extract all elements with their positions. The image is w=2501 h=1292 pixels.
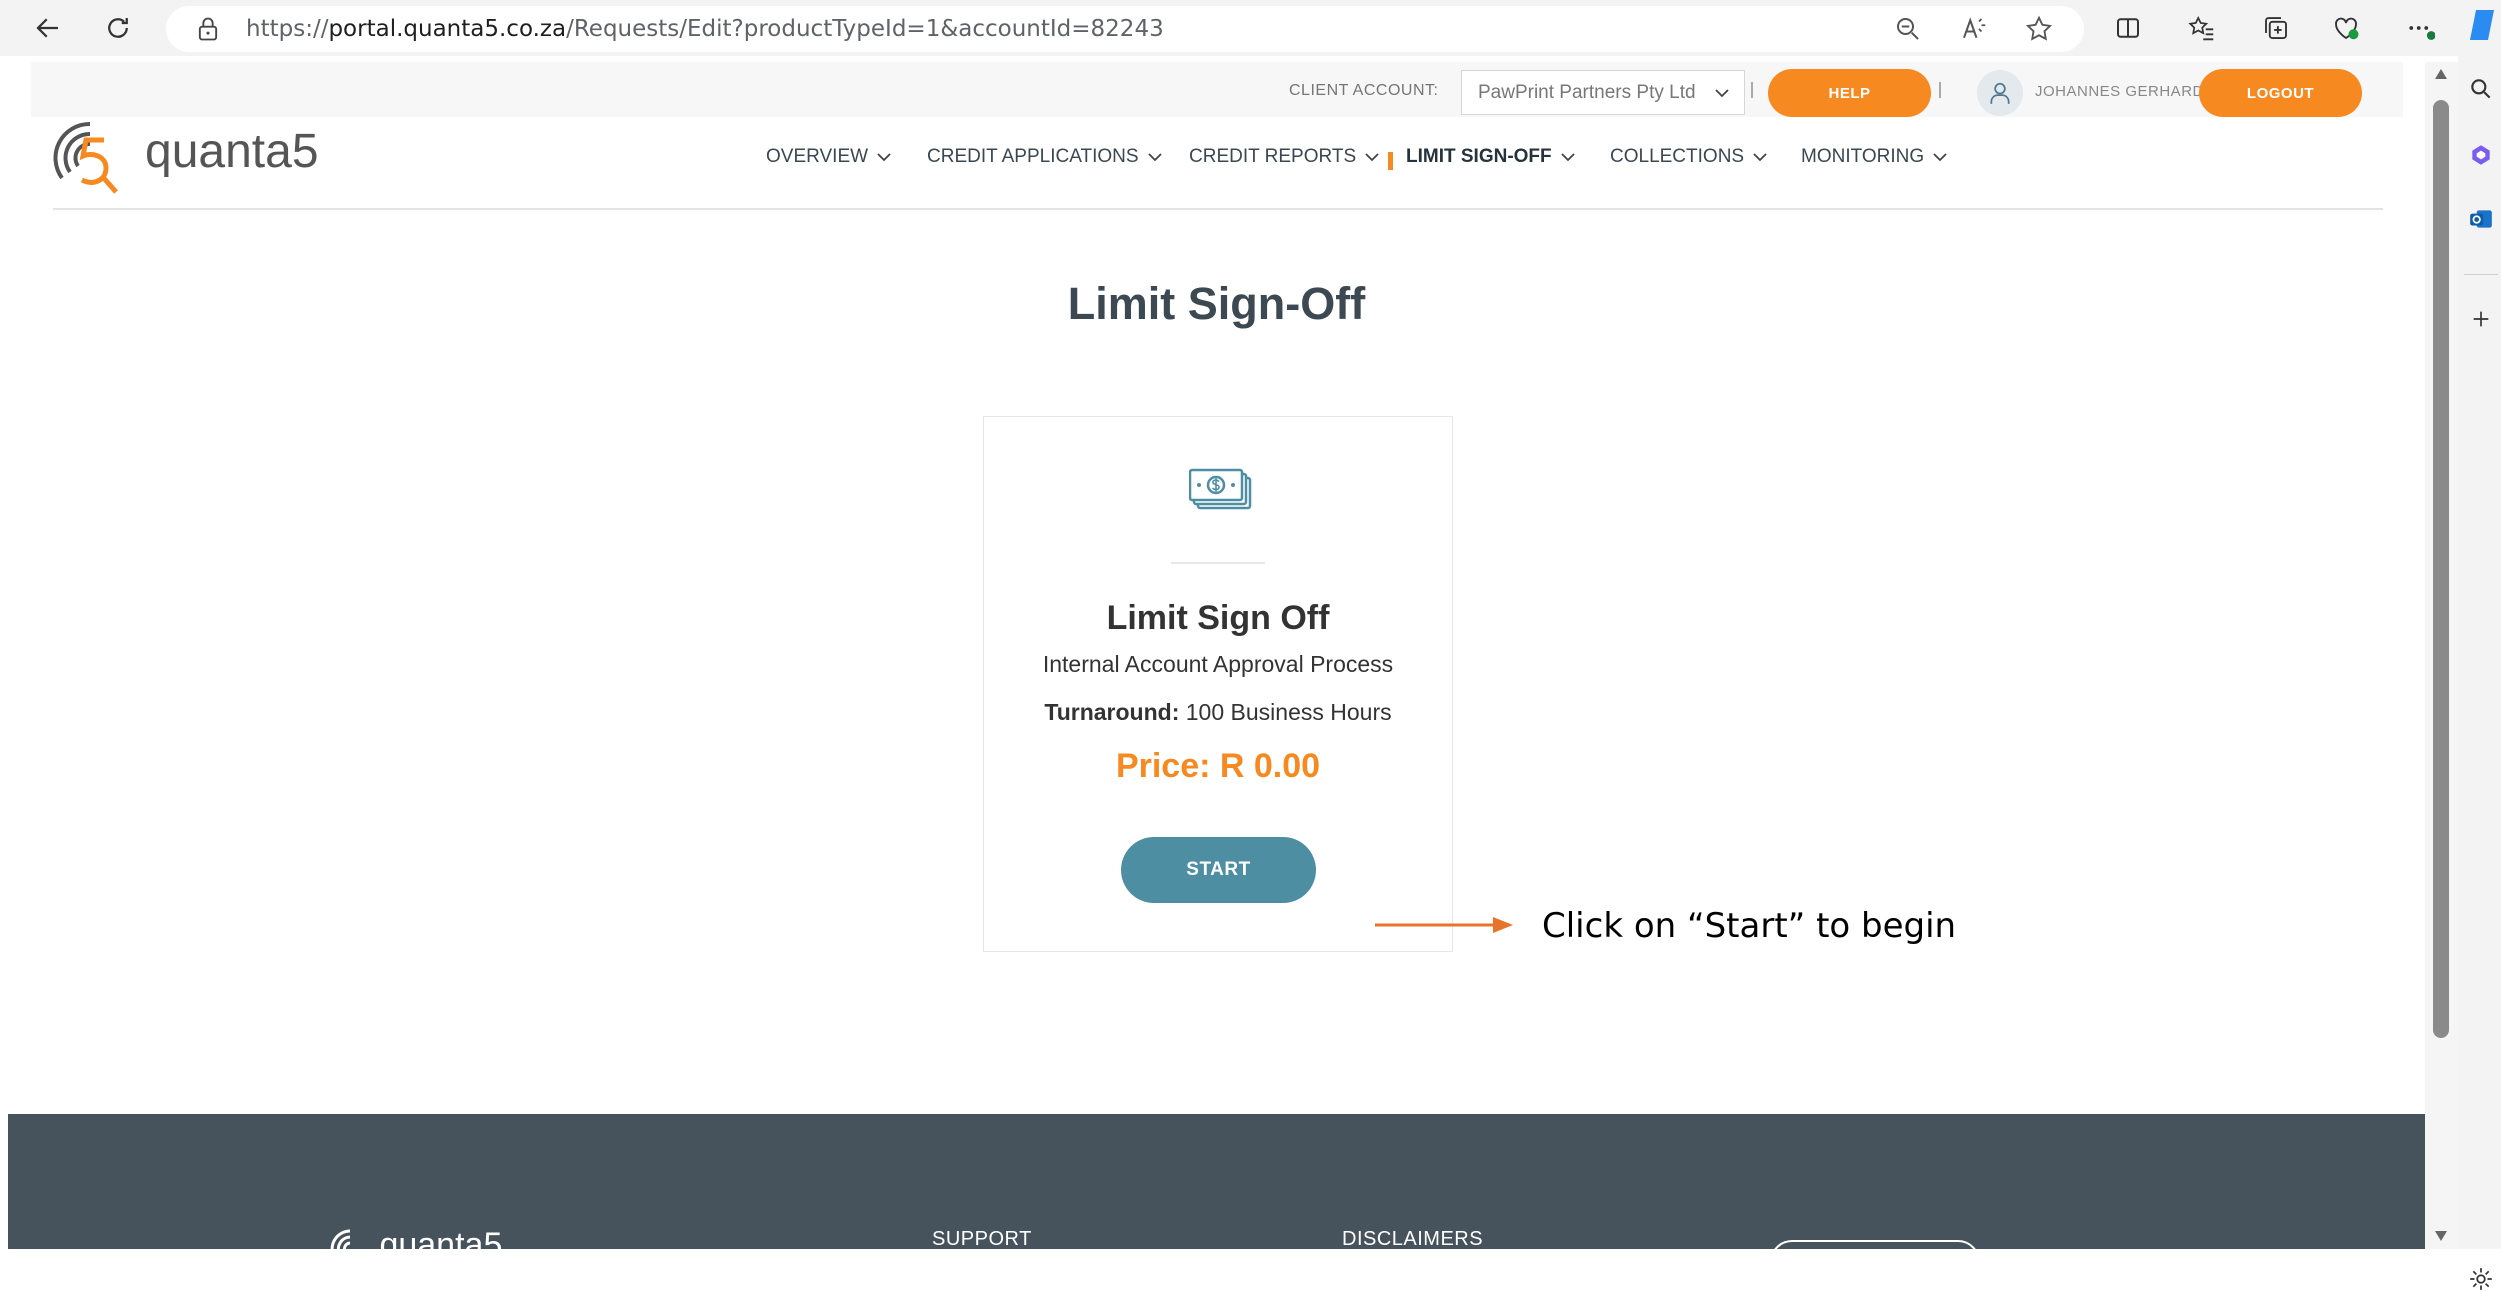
split-screen-button[interactable] [2104, 6, 2152, 50]
address-bar[interactable]: https://portal.quanta5.co.za/Requests/Ed… [166, 6, 2084, 52]
footer-logo[interactable]: quanta5 [330, 1226, 502, 1249]
account-topbar: CLIENT ACCOUNT: PawPrint Partners Pty Lt… [31, 62, 2403, 117]
user-name: JOHANNES GERHARDUS [2035, 83, 2226, 100]
nav-item-credit-applications[interactable]: CREDIT APPLICATIONS [927, 146, 1163, 168]
help-button[interactable]: HELP [1768, 69, 1931, 117]
turnaround-value: 100 Business Hours [1185, 699, 1392, 725]
nav-item-label: LIMIT SIGN-OFF [1406, 146, 1552, 167]
refresh-button[interactable] [94, 6, 142, 50]
back-arrow-icon [36, 18, 58, 38]
product-card: Limit Sign Off Internal Account Approval… [983, 416, 1453, 952]
annotation-arrow-icon [1375, 917, 1513, 933]
footer-disclaimers-heading[interactable]: DISCLAIMERS [1342, 1228, 1483, 1249]
refresh-icon [108, 18, 128, 38]
nav-item-overview[interactable]: OVERVIEW [766, 146, 892, 168]
nav-item-label: CREDIT APPLICATIONS [927, 146, 1139, 167]
nav-item-monitoring[interactable]: MONITORING [1801, 146, 1948, 168]
annotation-text: Click on “Start” to begin [1542, 906, 1957, 946]
chevron-down-icon [1933, 153, 1947, 162]
page-scrollbar[interactable] [2425, 62, 2458, 1249]
copilot-icon[interactable] [2468, 142, 2494, 168]
card-price: Price: R 0.00 [1115, 747, 1321, 785]
url-path: /Requests/Edit?productTypeId=1&accountId… [566, 16, 1164, 42]
url-prefix: https:// [246, 16, 329, 42]
main-nav: OVERVIEW CREDIT APPLICATIONS CREDIT REPO… [8, 146, 2425, 186]
card-title: Limit Sign Off [1106, 599, 1330, 637]
card-subtitle: Internal Account Approval Process [1042, 651, 1394, 677]
nav-item-label: OVERVIEW [766, 146, 869, 167]
read-aloud-icon[interactable] [1959, 14, 1989, 44]
chevron-down-icon [1753, 153, 1767, 162]
footer-support-heading[interactable]: SUPPORT [932, 1228, 1032, 1249]
more-dots-icon [2409, 26, 2435, 40]
url-text: https://portal.quanta5.co.za/Requests/Ed… [246, 6, 1164, 52]
lock-icon [198, 17, 218, 41]
back-button[interactable] [24, 6, 72, 50]
collections-icon [2265, 17, 2287, 39]
card-divider [1171, 562, 1265, 564]
split-screen-icon [2117, 18, 2139, 38]
footer-logo-text: quanta5 [379, 1226, 503, 1249]
search-icon[interactable] [2468, 76, 2494, 102]
scroll-up-icon[interactable] [2434, 68, 2448, 80]
nav-item-limit-sign-off[interactable]: LIMIT SIGN-OFF [1406, 146, 1576, 168]
chevron-down-icon [877, 153, 891, 162]
user-icon [1990, 82, 2010, 104]
outlook-icon[interactable] [2468, 206, 2494, 232]
chevron-down-icon [1147, 153, 1162, 162]
add-icon[interactable] [2470, 308, 2492, 330]
user-avatar[interactable] [1977, 70, 2023, 116]
scroll-thumb[interactable] [2433, 100, 2449, 1038]
more-button[interactable] [2396, 6, 2444, 50]
chevron-down-icon [1365, 153, 1379, 162]
favorites-button[interactable] [2178, 6, 2226, 50]
client-account-value: PawPrint Partners Pty Ltd [1478, 82, 1696, 103]
favorites-list-icon [2188, 16, 2214, 41]
web-page: CLIENT ACCOUNT: PawPrint Partners Pty Lt… [8, 56, 2425, 1249]
collections-button[interactable] [2252, 6, 2300, 50]
nav-item-collections[interactable]: COLLECTIONS [1610, 146, 1768, 168]
nav-item-credit-reports[interactable]: CREDIT REPORTS [1189, 146, 1380, 168]
nav-item-label: MONITORING [1801, 146, 1925, 167]
start-button[interactable]: START [1121, 837, 1316, 903]
footer-logo-icon [330, 1229, 351, 1249]
turnaround-label: Turnaround: [1044, 699, 1180, 725]
copilot-launcher-icon[interactable] [2470, 0, 2501, 50]
separator [1939, 82, 1941, 98]
scroll-down-icon[interactable] [2434, 1230, 2448, 1242]
logout-button[interactable]: LOGOUT [2199, 69, 2362, 117]
settings-gear-icon[interactable] [2468, 1266, 2494, 1292]
chevron-down-icon [1715, 89, 1729, 98]
nav-divider [53, 208, 2383, 210]
sidebar-divider [2464, 274, 2498, 275]
client-account-label: CLIENT ACCOUNT: [1289, 82, 1439, 99]
page-title: Limit Sign-Off [1067, 278, 1366, 329]
browser-essentials-button[interactable] [2322, 6, 2370, 50]
chevron-down-icon [1561, 153, 1575, 162]
client-account-select[interactable]: PawPrint Partners Pty Ltd [1461, 70, 1745, 115]
zoom-out-icon[interactable] [1893, 14, 1923, 44]
money-icon [1189, 468, 1252, 510]
nav-item-label: COLLECTIONS [1610, 146, 1745, 167]
edge-sidebar [2458, 56, 2501, 1290]
separator [1751, 82, 1753, 98]
browser-toolbar: https://portal.quanta5.co.za/Requests/Ed… [0, 0, 2501, 56]
heart-pulse-icon [2335, 17, 2359, 40]
favorite-star-icon[interactable] [2024, 14, 2054, 44]
footer-pill-button[interactable] [1770, 1240, 1980, 1249]
card-turnaround: Turnaround: 100 Business Hours [984, 699, 1452, 726]
url-host: portal.quanta5.co.za [328, 16, 567, 42]
nav-item-label: CREDIT REPORTS [1189, 146, 1357, 167]
